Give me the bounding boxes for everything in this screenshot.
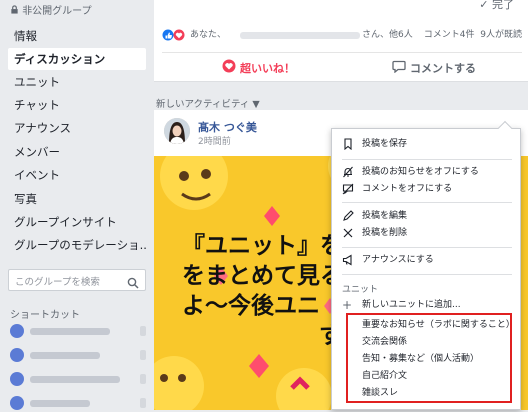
post-author[interactable]: 髙木 つぐ美 xyxy=(198,119,257,135)
post-timestamp[interactable]: 2時間前 xyxy=(198,134,231,147)
image-caption-line: よ〜今後ユニ xyxy=(182,293,320,319)
menu-add-new-unit[interactable]: + 新しいユニットに追加... xyxy=(332,296,520,314)
lock-icon xyxy=(10,5,22,17)
shortcuts-title: ショートカット xyxy=(10,310,80,321)
shortcut-item[interactable] xyxy=(10,346,146,364)
group-icon xyxy=(10,372,24,386)
reactions-summary[interactable]: あなた、 さん、他6人 コメント4件 9人が既読 xyxy=(162,26,522,44)
group-icon xyxy=(10,396,24,410)
sidebar-item-members[interactable]: メンバー xyxy=(8,141,146,163)
shortcut-item[interactable] xyxy=(10,394,146,412)
seen-count[interactable]: 9人が既読 xyxy=(480,30,522,40)
sidebar-item-units[interactable]: ユニット xyxy=(8,71,146,93)
close-icon xyxy=(342,227,354,239)
sidebar-item-chat[interactable]: チャット xyxy=(8,94,146,116)
previous-post-footer: ✓ 完了 あなた、 さん、他6人 コメント4件 9人が既読 超いいね！ コメント… xyxy=(154,0,528,82)
menu-save-post[interactable]: 投稿を保存 xyxy=(332,135,520,153)
image-caption-line: をまとめて見る xyxy=(182,263,343,289)
comment-count[interactable]: コメント4件 xyxy=(424,30,475,40)
sidebar-item-insights[interactable]: グループインサイト xyxy=(8,211,146,233)
menu-notifications-off[interactable]: 投稿のお知らせをオフにする xyxy=(332,163,520,181)
menu-edit-post[interactable]: 投稿を編集 xyxy=(332,207,520,225)
comment-icon xyxy=(392,59,406,76)
highlight-annotation-box xyxy=(346,313,512,403)
comment-button[interactable]: コメントする xyxy=(392,59,476,76)
shortcut-item[interactable] xyxy=(10,370,146,388)
heart-icon xyxy=(222,59,236,76)
reaction-icons xyxy=(162,29,186,48)
new-activity-filter[interactable]: 新しいアクティビティ ▼ xyxy=(156,96,260,110)
shortcut-item[interactable] xyxy=(10,322,146,340)
sidebar-item-discussion[interactable]: ディスカッション xyxy=(8,48,146,70)
menu-delete-post[interactable]: 投稿を削除 xyxy=(332,224,520,242)
plus-icon: + xyxy=(342,298,353,312)
check-icon: ✓ xyxy=(479,0,492,11)
sidebar-item-events[interactable]: イベント xyxy=(8,164,146,186)
search-icon[interactable] xyxy=(127,274,139,293)
image-caption-line: 『ユニット』を xyxy=(182,233,343,259)
author-avatar[interactable] xyxy=(164,118,190,144)
sidebar-item-info[interactable]: 情報 xyxy=(8,25,146,47)
post-actions: 超いいね！ コメントする xyxy=(162,52,522,76)
group-privacy-label: 非公開グループ xyxy=(10,2,92,17)
comment-off-icon xyxy=(342,183,354,195)
pencil-icon xyxy=(342,210,354,222)
group-search-input[interactable] xyxy=(9,272,119,293)
menu-comments-off[interactable]: コメントをオフにする xyxy=(332,180,520,198)
group-search-box xyxy=(8,269,146,293)
done-button[interactable]: ✓ 完了 xyxy=(479,0,514,12)
left-sidebar: 非公開グループ 情報 ディスカッション ユニット チャット アナウンス メンバー… xyxy=(0,0,152,410)
sidebar-item-photos[interactable]: 写真 xyxy=(8,188,146,210)
sidebar-item-announcements[interactable]: アナウンス xyxy=(8,117,146,139)
menu-make-announcement[interactable]: アナウンスにする xyxy=(332,251,520,269)
bell-off-icon xyxy=(342,166,354,178)
bookmark-icon xyxy=(342,138,354,151)
sidebar-item-moderation[interactable]: グループのモデレーショ... xyxy=(8,234,146,256)
group-icon xyxy=(10,348,24,362)
unit-section-label: ユニット xyxy=(342,285,379,295)
group-icon xyxy=(10,324,24,338)
post-options-menu: 投稿を保存 投稿のお知らせをオフにする コメントをオフにする 投稿を編集 投稿を… xyxy=(331,120,521,410)
megaphone-icon xyxy=(342,254,354,266)
love-button[interactable]: 超いいね！ xyxy=(222,59,295,76)
